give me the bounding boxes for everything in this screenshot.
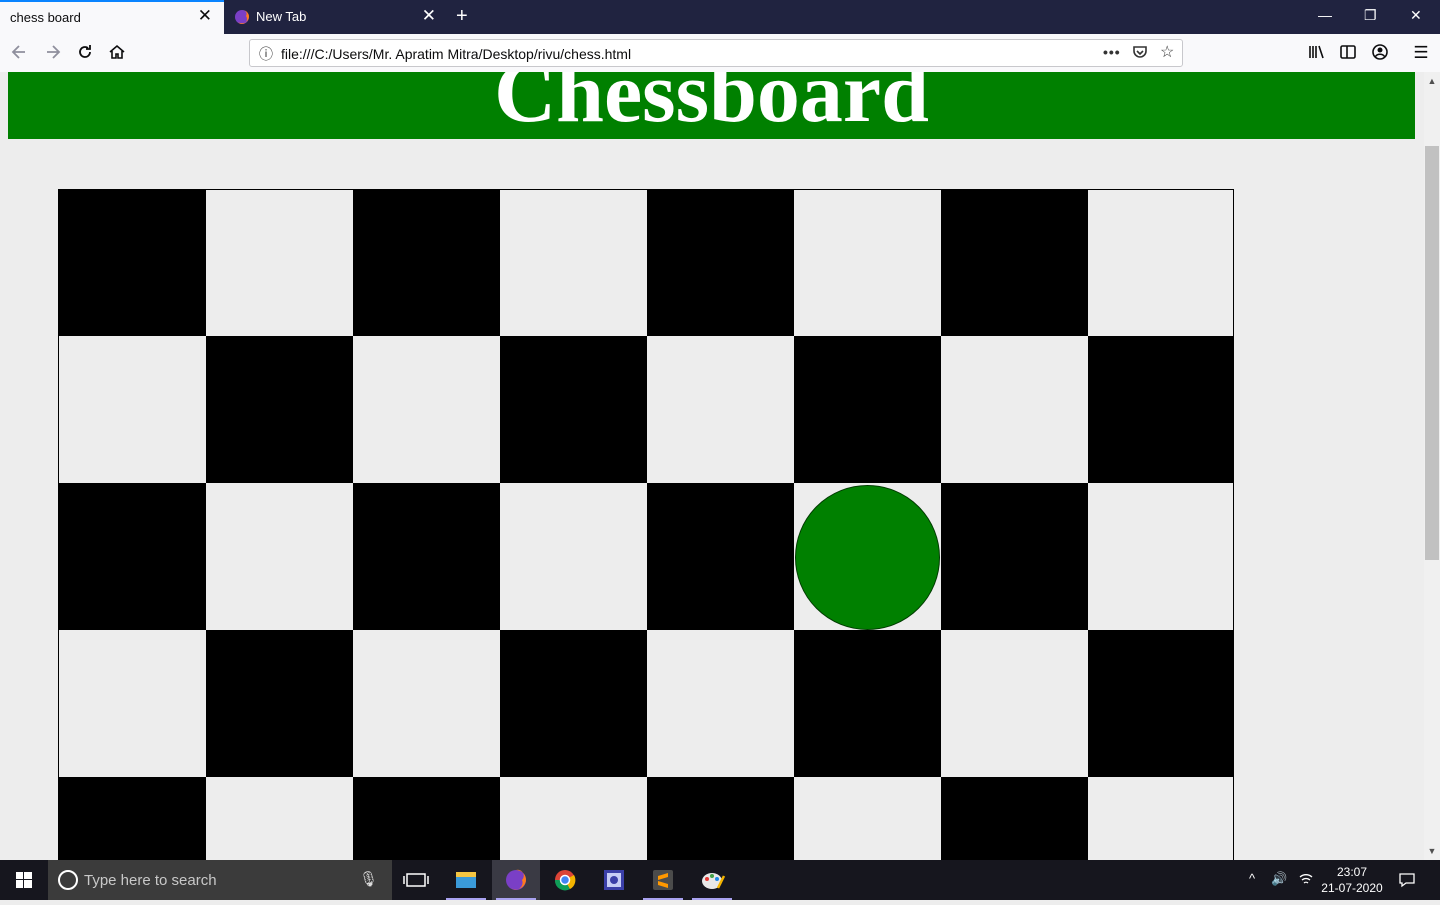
show-hidden-icons-icon[interactable]: ^ bbox=[1249, 871, 1255, 886]
scroll-up-icon[interactable]: ▲ bbox=[1424, 76, 1440, 86]
info-icon[interactable]: ⓘ bbox=[259, 44, 273, 64]
tab-new-tab[interactable]: New Tab ✕ bbox=[224, 0, 448, 34]
forward-icon[interactable] bbox=[42, 42, 64, 64]
board-square[interactable] bbox=[1088, 630, 1233, 777]
board-square[interactable] bbox=[794, 190, 941, 336]
url-bar[interactable]: ⓘ file:///C:/Users/Mr. Apratim Mitra/Des… bbox=[249, 39, 1183, 67]
board-square[interactable] bbox=[647, 777, 794, 860]
board-square[interactable] bbox=[794, 336, 941, 483]
board-square[interactable] bbox=[59, 630, 206, 777]
chessboard bbox=[58, 189, 1234, 860]
clock-date: 21-07-2020 bbox=[1321, 881, 1383, 895]
taskbar: Type here to search 🎙 ^ 🔊 23:07 21-07-20… bbox=[0, 860, 1440, 900]
notifications-icon[interactable] bbox=[1398, 871, 1416, 893]
star-icon[interactable]: ☆ bbox=[1160, 42, 1174, 62]
board-square[interactable] bbox=[206, 190, 353, 336]
board-square[interactable] bbox=[500, 630, 647, 777]
account-icon[interactable] bbox=[1369, 42, 1391, 64]
microphone-icon[interactable]: 🎙 bbox=[359, 870, 378, 888]
url-text[interactable]: file:///C:/Users/Mr. Apratim Mitra/Deskt… bbox=[281, 46, 631, 62]
volume-icon[interactable]: 🔊 bbox=[1271, 871, 1287, 887]
board-square[interactable] bbox=[353, 190, 500, 336]
board-square[interactable] bbox=[59, 336, 206, 483]
new-tab-icon[interactable]: + bbox=[456, 6, 468, 26]
hamburger-menu-icon[interactable]: ☰ bbox=[1410, 42, 1432, 64]
board-square[interactable] bbox=[1088, 190, 1233, 336]
taskbar-clock[interactable]: 23:07 21-07-2020 bbox=[1320, 864, 1384, 896]
board-square[interactable] bbox=[647, 630, 794, 777]
board-square[interactable] bbox=[206, 777, 353, 860]
more-icon[interactable]: ••• bbox=[1103, 44, 1121, 60]
page-viewport: Chessboard bbox=[0, 72, 1424, 860]
board-square[interactable] bbox=[941, 336, 1088, 483]
close-tab-icon[interactable]: ✕ bbox=[198, 7, 212, 24]
pocket-icon[interactable] bbox=[1132, 44, 1148, 63]
board-square[interactable] bbox=[941, 190, 1088, 336]
navigation-bar: ⓘ file:///C:/Users/Mr. Apratim Mitra/Des… bbox=[0, 34, 1440, 73]
board-square[interactable] bbox=[647, 190, 794, 336]
close-tab-icon[interactable]: ✕ bbox=[422, 7, 436, 24]
board-square[interactable] bbox=[1088, 336, 1233, 483]
green-piece[interactable] bbox=[795, 485, 940, 630]
back-icon[interactable] bbox=[8, 42, 30, 64]
firefox-taskbar-icon[interactable] bbox=[492, 860, 540, 900]
close-window-icon[interactable]: ✕ bbox=[1410, 6, 1422, 24]
scroll-down-icon[interactable]: ▼ bbox=[1424, 846, 1440, 856]
board-square[interactable] bbox=[500, 483, 647, 630]
board-square[interactable] bbox=[794, 630, 941, 777]
board-square[interactable] bbox=[353, 777, 500, 860]
restore-icon[interactable]: ❐ bbox=[1364, 6, 1377, 24]
windows-start-icon[interactable] bbox=[0, 860, 48, 900]
tab-bar: chess board ✕ New Tab ✕ + — ❐ ✕ bbox=[0, 0, 1440, 34]
firefox-icon bbox=[235, 9, 249, 24]
tab-title: New Tab bbox=[256, 9, 307, 24]
home-icon[interactable] bbox=[106, 42, 128, 64]
file-explorer-icon[interactable] bbox=[442, 860, 490, 900]
board-square[interactable] bbox=[353, 483, 500, 630]
wifi-icon[interactable] bbox=[1298, 871, 1314, 890]
board-square[interactable] bbox=[941, 483, 1088, 630]
page-header: Chessboard bbox=[8, 72, 1415, 139]
board-square[interactable] bbox=[794, 777, 941, 860]
board-square[interactable] bbox=[1088, 483, 1233, 630]
board-square[interactable] bbox=[206, 483, 353, 630]
board-square[interactable] bbox=[500, 777, 647, 860]
board-square[interactable] bbox=[353, 336, 500, 483]
board-square[interactable] bbox=[59, 483, 206, 630]
taskbar-search-box[interactable]: Type here to search 🎙 bbox=[48, 860, 392, 900]
sublime-text-icon[interactable] bbox=[639, 860, 687, 900]
library-icon[interactable] bbox=[1305, 42, 1327, 64]
board-square[interactable] bbox=[941, 630, 1088, 777]
page-title: Chessboard bbox=[494, 72, 929, 139]
paint-icon[interactable] bbox=[688, 860, 736, 900]
board-square[interactable] bbox=[500, 336, 647, 483]
board-square[interactable] bbox=[353, 630, 500, 777]
board-square[interactable] bbox=[500, 190, 647, 336]
settings-app-icon[interactable] bbox=[590, 860, 638, 900]
scrollbar-thumb[interactable] bbox=[1425, 146, 1439, 560]
board-square[interactable] bbox=[59, 777, 206, 860]
cortana-icon bbox=[58, 870, 78, 890]
search-placeholder: Type here to search bbox=[84, 872, 217, 889]
chrome-icon[interactable] bbox=[541, 860, 589, 900]
minimize-icon[interactable]: — bbox=[1318, 6, 1332, 24]
board-square[interactable] bbox=[206, 630, 353, 777]
task-view-icon[interactable] bbox=[392, 860, 440, 900]
board-square[interactable] bbox=[941, 777, 1088, 860]
clock-time: 23:07 bbox=[1336, 865, 1368, 879]
board-square[interactable] bbox=[647, 483, 794, 630]
board-square[interactable] bbox=[59, 190, 206, 336]
board-square[interactable] bbox=[647, 336, 794, 483]
tab-title: chess board bbox=[10, 10, 81, 25]
board-square[interactable] bbox=[1088, 777, 1233, 860]
board-square[interactable] bbox=[206, 336, 353, 483]
sidebar-icon[interactable] bbox=[1337, 42, 1359, 64]
reload-icon[interactable] bbox=[74, 42, 96, 64]
tab-chess-board[interactable]: chess board ✕ bbox=[0, 0, 224, 34]
